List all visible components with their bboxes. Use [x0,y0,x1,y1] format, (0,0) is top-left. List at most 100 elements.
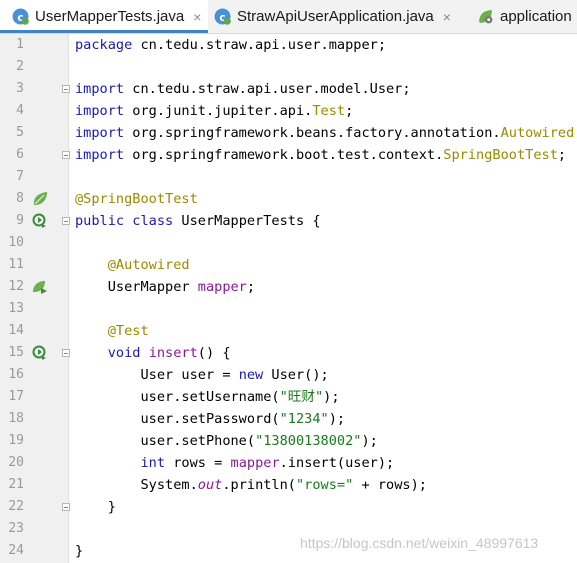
code-line[interactable]: 4 import org.junit.jupiter.api.Test; [0,100,577,122]
fold-marker-icon[interactable] [62,151,70,159]
code-line[interactable]: 2 [0,56,577,78]
code-line[interactable]: 9 public class UserMapperTests { [0,210,577,232]
fold-marker-icon[interactable] [62,85,70,93]
code-token: user.setPhone( [75,433,256,449]
code-line[interactable]: 8 @SpringBootTest [0,188,577,210]
code-editor[interactable]: 1 package cn.tedu.straw.api.user.mapper; 2… [0,34,577,563]
line-number: 14 [8,323,24,338]
code-line[interactable]: 1 package cn.tedu.straw.api.user.mapper; [0,34,577,56]
code-line[interactable]: 15 void insert() { [0,342,577,364]
code-token: ); [361,433,378,449]
fold-marker-icon[interactable] [62,503,70,511]
code-text: User user = new User(); [75,364,328,386]
code-text: public class UserMapperTests { [75,210,321,232]
code-line[interactable]: 19 user.setPhone("13800138002"); [0,430,577,452]
code-text: user.setPhone("13800138002"); [75,430,378,452]
code-token: @Test [107,323,149,339]
code-token: .println( [222,477,296,493]
code-token: public class [75,213,174,229]
code-line[interactable]: 17 user.setUsername("旺财"); [0,386,577,408]
code-text: @SpringBootTest [75,188,198,210]
line-number: 15 [8,345,24,360]
code-line[interactable]: 11 @Autowired [0,254,577,276]
code-token: + rows); [353,477,427,493]
code-text: @Test [75,320,149,342]
code-line[interactable]: 10 [0,232,577,254]
autowired-bean-icon[interactable] [32,279,48,295]
spring-config-icon [479,10,493,24]
code-text: user.setPassword("1234"); [75,408,345,430]
editor-tab-bar: c UserMapperTests.java × c StrawApiUserA… [0,0,577,34]
line-number: 12 [8,279,24,294]
code-token: mapper [197,279,247,295]
code-token: "13800138002" [255,433,362,449]
code-text: user.setUsername("旺财"); [75,386,340,408]
code-token: import [75,147,125,163]
code-line[interactable]: 6 import org.springframework.boot.test.co… [0,144,577,166]
line-number: 21 [8,477,24,492]
code-token: out [197,477,223,493]
line-number: 5 [16,125,24,140]
code-token: .insert(user); [279,455,395,471]
close-tab-icon[interactable]: × [443,9,451,25]
fold-marker-icon[interactable] [62,349,70,357]
code-text: void insert() { [75,342,231,364]
code-line[interactable]: 13 [0,298,577,320]
code-text: import cn.tedu.straw.api.user.model.User… [75,78,411,100]
code-token: mapper [230,455,280,471]
code-text: import org.springframework.boot.test.con… [75,144,566,166]
code-text: } [75,496,116,518]
code-token: insert [148,345,198,361]
tab-user-mapper-tests[interactable]: c UserMapperTests.java × [0,0,208,33]
code-token: "rows=" [296,477,354,493]
line-number: 16 [8,367,24,382]
code-text: UserMapper mapper; [75,276,255,298]
close-tab-icon[interactable]: × [193,9,201,25]
code-line[interactable]: 21 System.out.println("rows=" + rows); [0,474,577,496]
code-text: } [75,540,83,562]
watermark: https://blog.csdn.net/weixin_48997613 [300,535,539,551]
line-number: 4 [16,103,24,118]
code-token: cn.tedu.straw.api.user.model.User; [124,81,411,97]
code-token: org.springframework.beans.factory.annota… [124,125,501,141]
code-token: System. [75,477,198,493]
line-number: 20 [8,455,24,470]
tab-application-config[interactable]: application [477,0,577,33]
code-line[interactable]: 20 int rows = mapper.insert(user); [0,452,577,474]
code-token: ; [246,279,256,295]
code-token: int [140,455,166,471]
code-text: @Autowired [75,254,190,276]
code-line[interactable]: 5 import org.springframework.beans.factor… [0,122,577,144]
code-text: import org.junit.jupiter.api.Test; [75,100,353,122]
code-token: user.setUsername( [75,389,280,405]
code-token: package [75,37,133,53]
tab-straw-api-user-application[interactable]: c StrawApiUserApplication.java × [214,0,470,33]
line-number: 7 [16,169,24,184]
line-number: 23 [8,521,24,536]
code-token: ); [323,389,340,405]
code-line[interactable]: 7 [0,166,577,188]
run-test-icon[interactable] [32,213,48,229]
code-line[interactable]: 18 user.setPassword("1234"); [0,408,577,430]
code-token: Autowired [500,125,575,141]
code-line[interactable]: 14 @Test [0,320,577,342]
code-token: SpringBootTest [443,147,558,163]
code-line[interactable]: 3 import cn.tedu.straw.api.user.model.Use… [0,78,577,100]
code-token: void [107,345,141,361]
code-token: () { [197,345,231,361]
spring-bean-icon[interactable] [32,191,48,207]
code-line[interactable]: 22 } [0,496,577,518]
line-number: 22 [8,499,24,514]
code-token: cn.tedu.straw.api.user.mapper; [132,37,387,53]
run-test-icon[interactable] [32,345,48,361]
code-line[interactable]: 12 UserMapper mapper; [0,276,577,298]
code-line[interactable]: 16 User user = new User(); [0,364,577,386]
code-token: "1234" [279,411,329,427]
code-token: @Autowired [107,257,190,273]
fold-marker-icon[interactable] [62,217,70,225]
line-number: 11 [8,257,24,272]
code-token: ; [557,147,567,163]
code-token: org.junit.jupiter.api. [124,103,313,119]
